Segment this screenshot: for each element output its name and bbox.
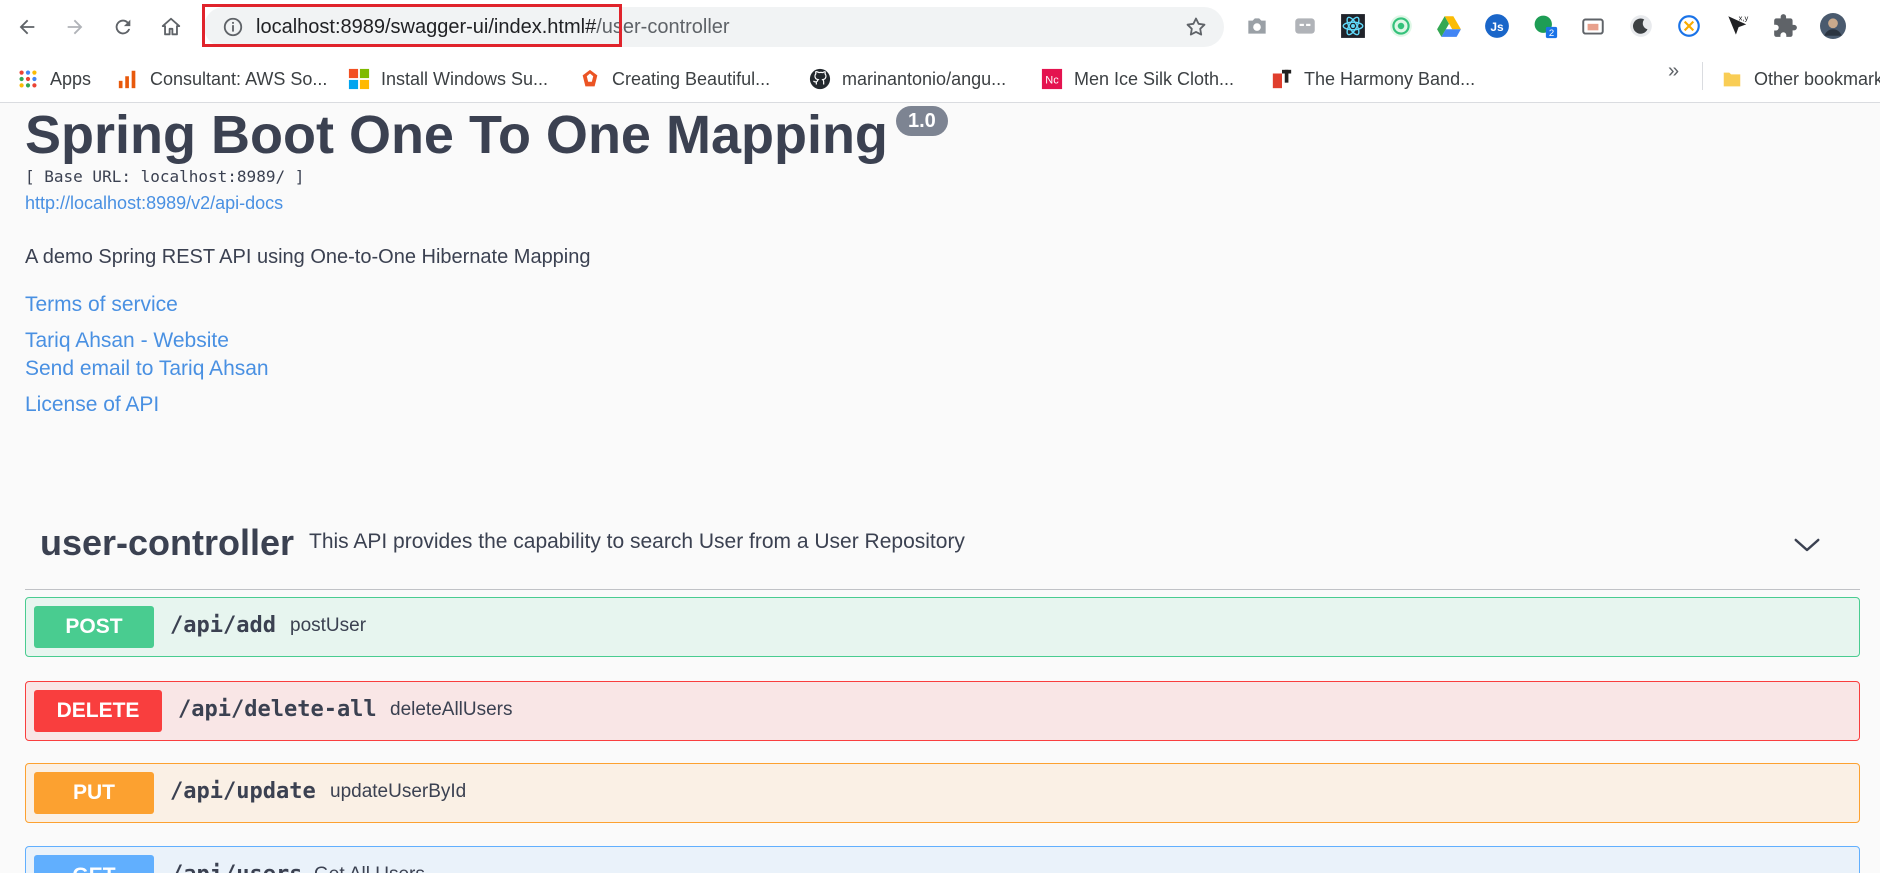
cursor-xy-extension-icon[interactable]: x,y [1722, 11, 1752, 41]
js-extension-icon[interactable]: Js [1482, 11, 1512, 41]
bookmarks-overflow-chevron[interactable]: » [1668, 60, 1679, 83]
bookmark-label: Men Ice Silk Cloth... [1074, 68, 1235, 89]
compass-extension-icon[interactable] [1674, 11, 1704, 41]
home-button[interactable] [154, 10, 188, 44]
operation-path: /api/users [170, 862, 302, 873]
extensions-puzzle-icon[interactable] [1770, 11, 1800, 41]
bookmark-apps-label: Apps [50, 68, 92, 89]
apps-grid-icon [16, 67, 40, 91]
api-docs-link[interactable]: http://localhost:8989/v2/api-docs [25, 193, 283, 214]
base-url: [ Base URL: localhost:8989/ ] [25, 167, 305, 186]
camera-extension-icon[interactable] [1242, 11, 1272, 41]
reload-icon [115, 19, 131, 35]
operation-summary: updateUserById [330, 781, 467, 802]
browser-toolbar: localhost:8989/swagger-ui/index.html#/us… [0, 0, 1880, 54]
method-badge: GET [34, 855, 154, 873]
method-badge: DELETE [34, 690, 162, 732]
bookmark-star-icon[interactable] [1184, 15, 1208, 39]
reload-button[interactable] [106, 10, 140, 44]
method-badge: PUT [34, 772, 154, 814]
operation-post-add[interactable]: POST /api/add postUser [25, 597, 1860, 657]
tag-name[interactable]: user-controller [40, 522, 294, 564]
bookmark-item[interactable]: Nc Men Ice Silk Cloth... [1040, 64, 1234, 94]
aws-consultant-icon [116, 67, 140, 91]
nc-store-icon: Nc [1040, 67, 1064, 91]
bookmark-apps[interactable]: Apps [16, 64, 91, 94]
contact-email-link[interactable]: Send email to Tariq Ahsan [25, 357, 269, 381]
folder-icon [1720, 67, 1744, 91]
bookmark-label: Creating Beautiful... [612, 68, 771, 89]
dark-mode-icon[interactable] [1626, 11, 1656, 41]
svg-text:Nc: Nc [1045, 75, 1059, 87]
github-logo-icon [808, 67, 832, 91]
harmony-band-icon [1270, 67, 1294, 91]
operation-put-update[interactable]: PUT /api/update updateUserById [25, 763, 1860, 823]
back-arrow-icon [19, 19, 35, 35]
profile-avatar[interactable] [1818, 11, 1848, 41]
extension-badge-count: 2 [1549, 28, 1554, 39]
bookmark-label: Consultant: AWS So... [150, 68, 328, 89]
cursor-xy-label: x,y [1739, 14, 1749, 23]
bookmark-item[interactable]: Consultant: AWS So... [116, 64, 327, 94]
url-highlight-box [202, 4, 622, 47]
api-description: A demo Spring REST API using One-to-One … [25, 246, 591, 268]
react-devtools-icon[interactable] [1338, 11, 1368, 41]
microsoft-logo-icon [347, 67, 371, 91]
green-dot-extension-icon[interactable]: 2 [1530, 11, 1560, 41]
operation-path: /api/update [170, 779, 316, 804]
chevron-down-icon[interactable] [1792, 530, 1822, 560]
caption-extension-icon[interactable] [1290, 11, 1320, 41]
operation-get-users[interactable]: GET /api/users Get All Users [25, 846, 1860, 873]
js-extension-label: Js [1490, 20, 1504, 34]
bookmark-other-folder[interactable]: Other bookmarks [1720, 64, 1880, 94]
operation-summary: postUser [290, 615, 367, 636]
bookmark-label: marinantonio/angu... [842, 68, 1007, 89]
page-title: Spring Boot One To One Mapping [25, 105, 888, 165]
google-drive-icon[interactable] [1434, 11, 1464, 41]
bookmark-item[interactable]: Install Windows Su... [347, 64, 548, 94]
back-button[interactable] [10, 10, 44, 44]
bookmarks-divider [1702, 62, 1703, 90]
bookmark-label: Install Windows Su... [381, 68, 549, 89]
target-extension-icon[interactable] [1386, 11, 1416, 41]
auth0-logo-icon [578, 67, 602, 91]
contact-website-link[interactable]: Tariq Ahsan - Website [25, 329, 229, 353]
bookmark-label: The Harmony Band... [1304, 68, 1476, 89]
license-link[interactable]: License of API [25, 393, 159, 417]
bookmark-item[interactable]: The Harmony Band... [1270, 64, 1475, 94]
tag-description: This API provides the capability to sear… [309, 530, 965, 553]
version-badge: 1.0 [896, 106, 948, 136]
operation-summary: deleteAllUsers [390, 699, 513, 720]
operation-summary: Get All Users [314, 864, 425, 873]
cast-extension-icon[interactable] [1578, 11, 1608, 41]
home-icon [161, 17, 181, 36]
method-badge: POST [34, 606, 154, 648]
bookmark-item[interactable]: Creating Beautiful... [578, 64, 770, 94]
terms-of-service-link[interactable]: Terms of service [25, 293, 178, 317]
bookmark-item[interactable]: marinantonio/angu... [808, 64, 1006, 94]
operation-path: /api/delete-all [178, 697, 377, 722]
tag-header-user-controller[interactable]: user-controller This API provides the ca… [25, 510, 1860, 590]
forward-arrow-icon [67, 19, 83, 35]
bookmark-other-label: Other bookmarks [1754, 68, 1880, 89]
operation-delete-all[interactable]: DELETE /api/delete-all deleteAllUsers [25, 681, 1860, 741]
forward-button[interactable] [58, 10, 92, 44]
operation-path: /api/add [170, 613, 276, 638]
